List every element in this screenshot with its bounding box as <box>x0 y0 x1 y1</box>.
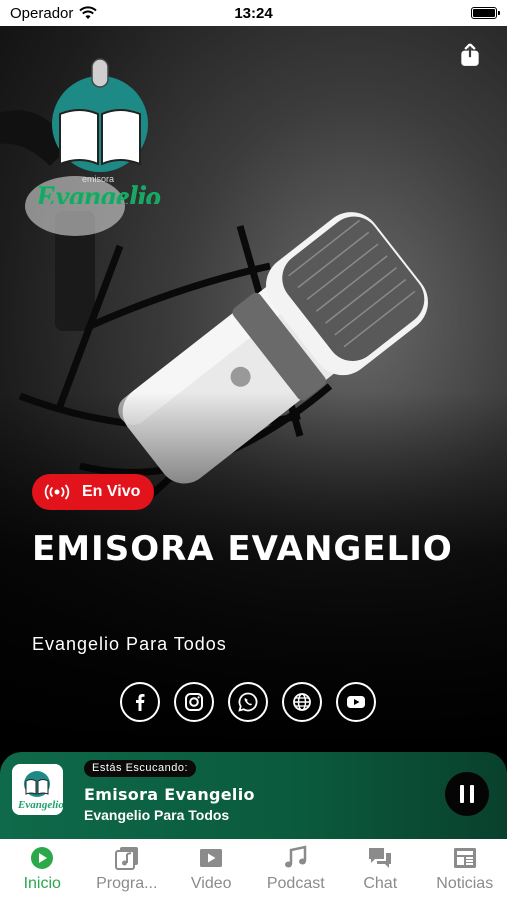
station-title: EMISORA EVANGELIO <box>32 529 453 569</box>
station-logo: emisora Evangelio <box>35 58 161 204</box>
music-notes-icon <box>284 845 306 868</box>
battery-icon <box>471 7 500 19</box>
tab-label: Progra... <box>96 875 158 892</box>
facebook-icon <box>136 694 145 711</box>
tab-noticias[interactable]: Noticias <box>423 839 507 900</box>
instagram-icon <box>185 693 203 711</box>
tab-label: Inicio <box>23 875 61 892</box>
share-button[interactable] <box>457 42 483 68</box>
svg-text:Evangelio: Evangelio <box>35 180 161 204</box>
station-subtitle: Evangelio Para Todos <box>32 634 227 654</box>
carrier-label: Operador <box>10 4 74 22</box>
music-note-box-icon <box>114 847 138 870</box>
tab-bar: Inicio Progra... Video Podcast Chat Noti… <box>0 839 507 900</box>
svg-text:Evangelio: Evangelio <box>17 799 63 811</box>
pause-button[interactable] <box>445 772 489 816</box>
tab-podcast[interactable]: Podcast <box>254 839 339 900</box>
tab-label: Chat <box>363 875 398 892</box>
player-title: Emisora Evangelio <box>84 785 255 804</box>
broadcast-icon <box>44 484 70 500</box>
tab-programacion[interactable]: Progra... <box>85 839 170 900</box>
live-label: En Vivo <box>82 483 141 500</box>
tab-label: Noticias <box>436 875 494 892</box>
tab-label: Video <box>190 875 232 892</box>
player-artwork: Evangelio <box>12 764 63 815</box>
website-button[interactable] <box>282 682 322 722</box>
newspaper-icon <box>453 848 476 868</box>
whatsapp-icon <box>238 692 258 712</box>
chat-bubbles-icon <box>369 848 392 868</box>
tab-chat[interactable]: Chat <box>338 839 423 900</box>
facebook-button[interactable] <box>120 682 160 722</box>
social-links <box>120 682 376 722</box>
listening-label: Estás Escucando: <box>84 760 197 777</box>
live-badge[interactable]: En Vivo <box>32 474 155 510</box>
status-bar: Operador 13:24 <box>0 0 507 26</box>
tab-video[interactable]: Video <box>169 839 254 900</box>
wifi-icon <box>79 6 98 19</box>
tab-inicio[interactable]: Inicio <box>0 839 85 900</box>
station-logo-small: Evangelio <box>17 771 63 811</box>
player-subtitle: Evangelio Para Todos <box>84 807 230 823</box>
video-play-icon <box>200 849 223 867</box>
instagram-button[interactable] <box>174 682 214 722</box>
now-playing-bar[interactable]: Evangelio Estás Escucando: Emisora Evang… <box>0 752 507 839</box>
play-circle-icon <box>31 847 54 869</box>
hero-banner: emisora Evangelio En Vivo EMISORA EVANGE… <box>0 26 507 752</box>
globe-icon <box>293 693 311 711</box>
whatsapp-button[interactable] <box>228 682 268 722</box>
youtube-icon <box>347 696 365 708</box>
pause-icon-bar <box>470 785 474 803</box>
tab-label: Podcast <box>266 875 325 892</box>
youtube-button[interactable] <box>336 682 376 722</box>
pause-icon <box>460 785 464 803</box>
